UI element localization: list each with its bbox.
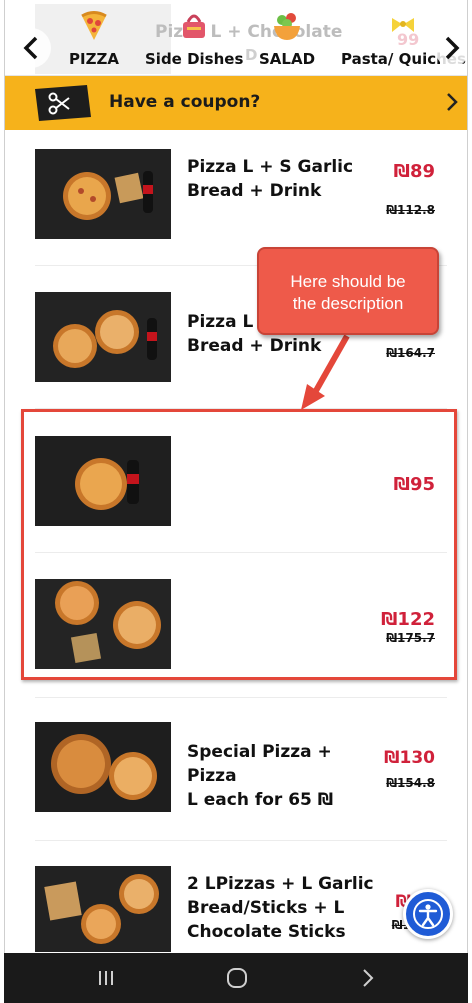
- pasta-icon: [392, 18, 415, 32]
- category-label: PIZZA: [69, 50, 119, 68]
- category-salad[interactable]: SALAD: [259, 10, 315, 68]
- product-price: ₪130: [384, 748, 435, 768]
- product-old-price: ₪112.8: [386, 203, 435, 217]
- divider: [35, 840, 447, 841]
- chevron-left-icon: [23, 36, 38, 60]
- system-navigation-bar: [4, 953, 468, 1003]
- product-title-line: 2 LPizzas + L Garlic: [187, 874, 374, 894]
- recent-apps-button[interactable]: [94, 966, 118, 990]
- divider: [35, 697, 447, 698]
- chevron-right-icon: [363, 969, 374, 987]
- product-title-line: Special Pizza + Pizza: [187, 742, 332, 786]
- back-button[interactable]: [356, 966, 380, 990]
- product-item[interactable]: Pizza L + S Garlic Bread + Drink ₪89 ₪11…: [35, 149, 445, 241]
- product-item[interactable]: Special Pizza + Pizza L each for 65 ₪ ₪1…: [35, 722, 445, 814]
- product-title-line: L each for 65 ₪: [187, 790, 334, 810]
- annotation-arrow-icon: [301, 334, 350, 410]
- product-item[interactable]: 2 LPizzas + L Garlic Bread/Sticks + L Ch…: [35, 866, 445, 952]
- category-pizza[interactable]: PIZZA: [69, 10, 119, 68]
- pizza-icon: [81, 11, 107, 40]
- product-title: Special Pizza + Pizza L each for 65 ₪: [187, 740, 387, 812]
- product-image: [35, 149, 171, 239]
- annotation-callout: Here should be the description: [257, 247, 439, 335]
- product-title-line: Bread + Drink: [187, 181, 322, 201]
- product-title: Pizza L + S Garlic Bread + Drink: [187, 155, 383, 203]
- product-old-price: ₪164.7: [386, 346, 435, 360]
- category-label: SALAD: [259, 50, 316, 68]
- basket-icon: [183, 14, 206, 38]
- category-label: Side Dishes: [145, 50, 244, 68]
- product-title-line: Chocolate Sticks: [187, 922, 346, 942]
- product-image: [35, 292, 171, 382]
- chevron-right-icon: [447, 93, 458, 111]
- scroll-left-button[interactable]: [11, 28, 51, 68]
- coupon-label: Have a coupon?: [109, 92, 261, 112]
- product-title-line: Pizza L + S Garlic: [187, 157, 354, 177]
- ghost-product-subtitle: D: [245, 46, 258, 64]
- annotation-highlight-box: [21, 409, 457, 680]
- product-old-price: ₪154.8: [386, 776, 435, 790]
- scissors-ticket-icon: [35, 85, 91, 121]
- scroll-right-button[interactable]: [435, 28, 467, 68]
- recent-apps-icon: [99, 971, 113, 985]
- home-button[interactable]: [224, 966, 250, 990]
- app-frame: Pizza L + Chocolate D 99 PIZZA Side Dish…: [4, 0, 468, 1003]
- accessibility-button[interactable]: [403, 889, 453, 939]
- category-bar: Pizza L + Chocolate D 99 PIZZA Side Dish…: [5, 0, 467, 76]
- product-image: [35, 722, 171, 812]
- salad-bowl-icon: [274, 13, 301, 40]
- product-title-line: Bread/Sticks + L: [187, 898, 345, 918]
- product-title: 2 LPizzas + L Garlic Bread/Sticks + L Ch…: [187, 872, 387, 944]
- accessibility-person-icon: [413, 899, 443, 929]
- chevron-right-icon: [445, 36, 460, 60]
- callout-line: the description: [292, 294, 404, 313]
- home-icon: [227, 968, 247, 988]
- category-side-dishes[interactable]: Side Dishes: [145, 10, 243, 68]
- coupon-banner[interactable]: Have a coupon?: [5, 76, 467, 130]
- product-image: [35, 866, 171, 952]
- product-price: ₪89: [393, 161, 435, 182]
- callout-line: Here should be: [290, 272, 406, 291]
